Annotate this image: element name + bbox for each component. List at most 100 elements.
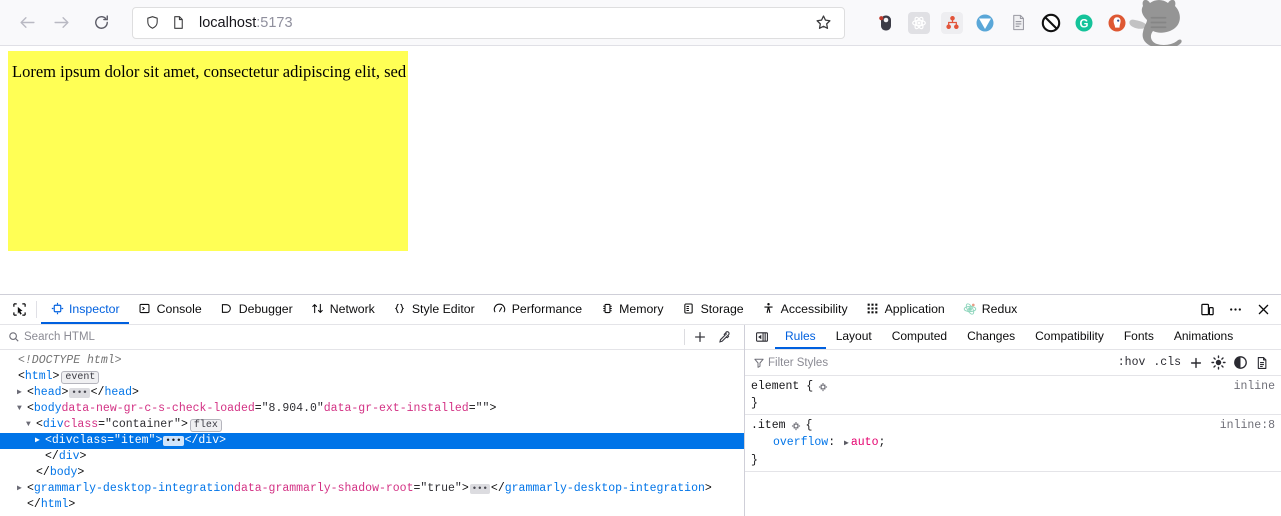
chevron-down-icon[interactable]: ▼ <box>26 417 36 433</box>
markup-line-grammarly[interactable]: ▶ < grammarly-desktop-integration data-gra… <box>0 481 744 497</box>
toggle-sidebar-button[interactable] <box>749 325 775 349</box>
markup-line-body-close[interactable]: </body > <box>0 465 744 481</box>
css-declaration[interactable]: overflow: ▶ auto; <box>751 434 1281 452</box>
markup-punc: < <box>45 434 52 447</box>
rule-selector[interactable]: .item <box>751 417 786 434</box>
rule-selector-row[interactable]: element { <box>751 378 1281 395</box>
markup-val: "true" <box>420 482 462 495</box>
rules-tab-changes[interactable]: Changes <box>957 325 1025 349</box>
markup-line-container-open[interactable]: ▼ < div class = "container" > flex <box>0 417 744 433</box>
toggle-pseudo-icon[interactable] <box>818 382 828 392</box>
rule-selector-row[interactable]: .item { <box>751 417 1281 434</box>
chevron-right-icon[interactable]: ▶ <box>17 385 27 401</box>
markup-badge[interactable]: flex <box>189 418 222 432</box>
back-button[interactable] <box>10 6 44 40</box>
markup-punc: < <box>27 402 34 415</box>
extension-dark-icon[interactable] <box>875 12 897 34</box>
address-bar[interactable]: localhost:5173 <box>132 6 845 39</box>
tab-performance[interactable]: Performance <box>484 295 591 324</box>
collapsed-children-icon[interactable]: ••• <box>163 436 184 446</box>
markup-line-body-open[interactable]: ▼ < body data-new-gr-c-s-check-loaded = "8.9… <box>0 401 744 417</box>
markup-val: "container" <box>105 418 181 431</box>
tab-redux[interactable]: Redux <box>954 295 1027 324</box>
rule-block[interactable]: .item{inline:8 overflow: ▶ auto;} <box>745 415 1281 472</box>
element-picker-button[interactable] <box>4 295 34 324</box>
tab-style-editor[interactable]: Style Editor <box>384 295 484 324</box>
add-node-button[interactable] <box>688 325 712 349</box>
rule-origin-link[interactable]: inline <box>1234 378 1275 395</box>
markup-line-html-close[interactable]: </html > <box>0 497 744 513</box>
document-reader-icon[interactable] <box>1007 12 1029 34</box>
responsive-design-mode-button[interactable] <box>1193 295 1221 324</box>
tab-network[interactable]: Network <box>302 295 384 324</box>
markup-badge[interactable]: event <box>61 370 100 384</box>
vimium-icon[interactable] <box>974 12 996 34</box>
css-semicolon: ; <box>878 436 886 449</box>
css-property-name[interactable]: overflow <box>773 436 828 449</box>
container-div: Lorem ipsum dolor sit amet, consectetur … <box>8 51 408 251</box>
markup-line-container-close[interactable]: </div > <box>0 449 744 465</box>
collapsed-children-icon[interactable]: ••• <box>469 484 490 494</box>
add-new-rule-button[interactable] <box>1185 352 1207 374</box>
tab-memory[interactable]: Memory <box>591 295 672 324</box>
url-text[interactable]: localhost:5173 <box>199 15 808 31</box>
markup-line-html-open[interactable]: < html > event <box>0 369 744 385</box>
performance-icon <box>493 302 507 316</box>
sitemap-icon[interactable] <box>941 11 963 34</box>
markup-line-head[interactable]: ▶ < head > ••• </head > <box>0 385 744 401</box>
filter-styles-input[interactable]: Filter Styles <box>768 357 1114 369</box>
app-menu-button[interactable] <box>1142 7 1174 39</box>
eyedropper-button[interactable] <box>712 325 736 349</box>
devtools-meatball-menu-icon <box>1229 308 1241 311</box>
chevron-right-icon[interactable]: ▶ <box>842 439 851 448</box>
markup-punc: > <box>132 386 139 399</box>
react-devtools-icon[interactable] <box>908 11 930 34</box>
hover-states-button[interactable]: :hov <box>1114 356 1150 369</box>
rules-tab-compatibility[interactable]: Compatibility <box>1025 325 1114 349</box>
markup-punc: > <box>180 418 188 431</box>
markup-tree[interactable]: <!DOCTYPE html> < html > event ▶ < head > ••• </he… <box>0 350 744 516</box>
duckduckgo-privacy-icon[interactable] <box>1106 12 1128 34</box>
markup-punc: </ <box>45 450 59 463</box>
tab-console[interactable]: Console <box>129 295 211 324</box>
search-icon <box>4 331 24 343</box>
rules-tab-rules[interactable]: Rules <box>775 325 826 349</box>
shield-icon[interactable] <box>139 10 165 36</box>
forward-button[interactable] <box>44 6 78 40</box>
rules-content[interactable]: element {inline} .item {inline:8 overflow: … <box>745 376 1281 516</box>
bookmark-star-button[interactable] <box>808 8 838 38</box>
chevron-right-icon[interactable]: ▶ <box>35 433 45 449</box>
plus-icon <box>1190 357 1202 368</box>
css-property-value[interactable]: auto <box>851 436 879 449</box>
tab-debugger[interactable]: Debugger <box>211 295 302 324</box>
inspector-icon <box>50 302 64 316</box>
chevron-right-icon[interactable]: ▶ <box>17 481 27 497</box>
markup-line-doctype[interactable]: <!DOCTYPE html> <box>0 353 744 369</box>
light-color-scheme-button[interactable] <box>1207 352 1229 374</box>
toggle-pseudo-icon[interactable] <box>791 421 801 431</box>
ublock-origin-icon[interactable] <box>1040 12 1062 34</box>
tab-application[interactable]: Application <box>857 295 954 324</box>
grammarly-icon[interactable]: G <box>1073 12 1095 34</box>
tab-inspector[interactable]: Inspector <box>41 295 129 324</box>
collapsed-children-icon[interactable]: ••• <box>69 388 90 398</box>
rules-tab-layout[interactable]: Layout <box>826 325 882 349</box>
chevron-down-icon[interactable]: ▼ <box>17 401 27 417</box>
print-media-button[interactable] <box>1251 352 1273 374</box>
devtools-menu-button[interactable] <box>1221 295 1249 324</box>
close-devtools-button[interactable] <box>1249 295 1277 324</box>
classes-button[interactable]: .cls <box>1149 356 1185 369</box>
page-icon[interactable] <box>165 10 191 36</box>
tab-accessibility[interactable]: Accessibility <box>753 295 857 324</box>
rule-origin-link[interactable]: inline:8 <box>1220 417 1275 434</box>
search-html-input[interactable]: Search HTML <box>24 331 681 343</box>
dark-color-scheme-button[interactable] <box>1229 352 1251 374</box>
rules-tab-fonts[interactable]: Fonts <box>1114 325 1164 349</box>
rule-block[interactable]: element {inline} <box>745 376 1281 415</box>
rule-selector[interactable]: element { <box>751 378 813 395</box>
markup-line-item[interactable]: ▶ < div class = "item" > ••• </div > <box>0 433 744 449</box>
tab-storage[interactable]: Storage <box>673 295 753 324</box>
rules-tab-computed[interactable]: Computed <box>882 325 957 349</box>
reload-button[interactable] <box>84 6 118 40</box>
rules-tab-animations[interactable]: Animations <box>1164 325 1243 349</box>
